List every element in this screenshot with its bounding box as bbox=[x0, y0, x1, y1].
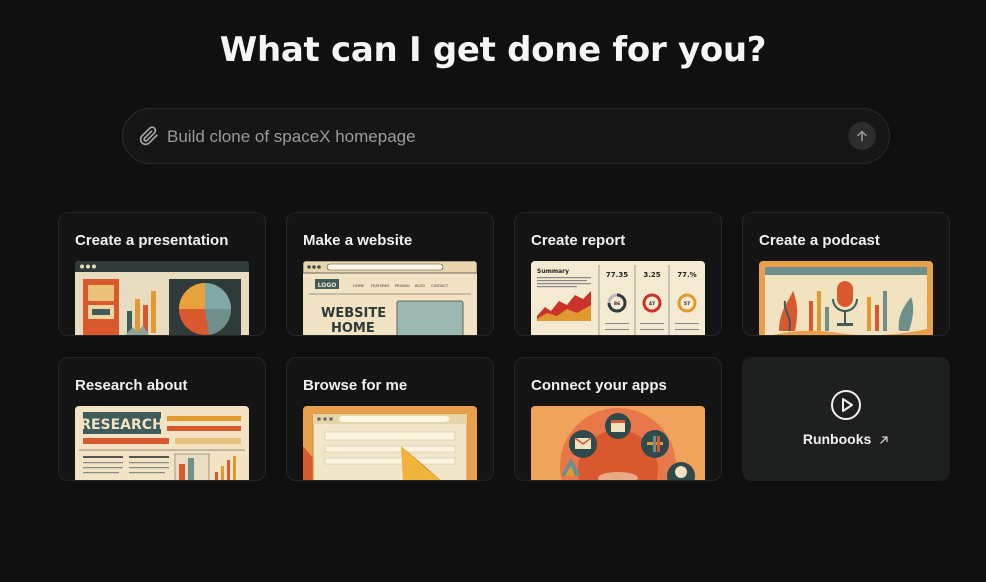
task-search-bar[interactable] bbox=[122, 108, 890, 164]
card-create-podcast[interactable]: Create a podcast bbox=[742, 212, 950, 336]
card-label: Browse for me bbox=[303, 377, 408, 394]
svg-text:HOME: HOME bbox=[331, 321, 375, 336]
svg-text:CONTACT: CONTACT bbox=[431, 284, 449, 288]
runbooks-label-row: Runbooks bbox=[742, 431, 950, 447]
card-research-about[interactable]: Research about RESEARCH bbox=[58, 357, 266, 481]
card-label: Connect your apps bbox=[531, 377, 667, 394]
paperclip-icon[interactable] bbox=[139, 126, 159, 146]
website-thumbnail: LOGO HOME FEATURES PRICING BLOG CONTACT … bbox=[303, 261, 477, 336]
card-label: Create report bbox=[531, 232, 626, 249]
runbooks-button[interactable]: Runbooks bbox=[742, 357, 950, 481]
report-thumbnail: Summary 77.35 3.25 77.% 86 47 57 bbox=[531, 261, 705, 335]
svg-text:77.35: 77.35 bbox=[606, 271, 628, 279]
svg-text:RESEARCH: RESEARCH bbox=[80, 417, 164, 433]
arrow-up-icon bbox=[857, 130, 867, 142]
svg-text:PRICING: PRICING bbox=[395, 284, 410, 288]
play-circle-icon bbox=[831, 390, 861, 420]
card-connect-apps[interactable]: Connect your apps bbox=[514, 357, 722, 481]
thumb-logo-text: LOGO bbox=[318, 282, 337, 289]
runbooks-label: Runbooks bbox=[802, 431, 872, 447]
card-create-report[interactable]: Create report Summary 77.35 3.25 77.% 86… bbox=[514, 212, 722, 336]
presentation-thumbnail bbox=[75, 261, 249, 335]
svg-text:77.%: 77.% bbox=[677, 271, 696, 279]
svg-text:BLOG: BLOG bbox=[415, 284, 425, 288]
svg-text:FEATURES: FEATURES bbox=[371, 284, 390, 288]
task-input[interactable] bbox=[167, 123, 827, 151]
svg-text:47: 47 bbox=[649, 301, 655, 307]
browser-thumbnail bbox=[303, 406, 477, 480]
card-create-presentation[interactable]: Create a presentation bbox=[58, 212, 266, 336]
card-make-website[interactable]: Make a website LOGO HOME FEATURES PRICIN… bbox=[286, 212, 494, 336]
svg-text:86: 86 bbox=[614, 301, 620, 307]
podcast-thumbnail bbox=[759, 261, 933, 335]
card-browse-for-me[interactable]: Browse for me bbox=[286, 357, 494, 481]
svg-text:HOME: HOME bbox=[353, 284, 365, 288]
research-thumbnail: RESEARCH bbox=[75, 406, 249, 480]
card-label: Make a website bbox=[303, 232, 413, 249]
apps-thumbnail bbox=[531, 406, 705, 480]
svg-text:WEBSITE: WEBSITE bbox=[321, 306, 386, 321]
external-arrow-icon bbox=[880, 436, 888, 444]
card-label: Research about bbox=[75, 377, 188, 394]
send-button[interactable] bbox=[848, 122, 876, 150]
svg-text:57: 57 bbox=[684, 301, 690, 307]
svg-text:3.25: 3.25 bbox=[643, 271, 660, 279]
svg-text:Summary: Summary bbox=[537, 268, 569, 275]
page-title: What can I get done for you? bbox=[219, 30, 767, 70]
card-label: Create a podcast bbox=[759, 232, 880, 249]
card-label: Create a presentation bbox=[75, 232, 229, 249]
